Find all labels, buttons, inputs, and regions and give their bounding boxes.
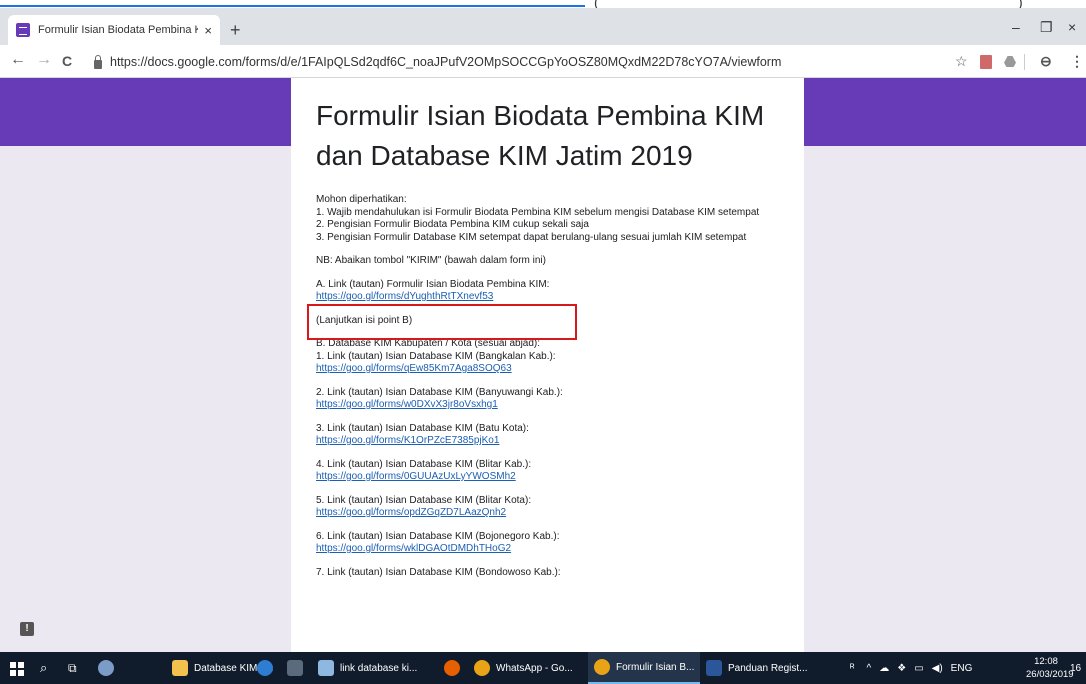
red-highlight-box xyxy=(307,304,577,340)
google-forms-icon xyxy=(16,23,30,37)
database-link[interactable]: https://goo.gl/forms/opdZGqZD7LAazQnh2 xyxy=(316,507,506,518)
tab-title: Formulir Isian Biodata Pembina K xyxy=(38,24,199,36)
lock-icon xyxy=(94,54,102,69)
database-link[interactable]: https://goo.gl/forms/K1OrPZcE7385pjKo1 xyxy=(316,435,499,446)
link-label: 4. Link (tautan) Isian Database KIM (Bli… xyxy=(316,458,532,470)
database-link[interactable]: https://goo.gl/forms/wklDGAOtDMDhTHoG2 xyxy=(316,543,511,554)
taskbar-item-label: WhatsApp - Go... xyxy=(496,662,573,674)
reload-button[interactable]: C xyxy=(62,53,72,69)
word-icon xyxy=(706,660,722,676)
taskbar-item-forms[interactable]: Formulir Isian B... xyxy=(588,652,700,684)
browser-toolbar: ← → C https://docs.google.com/forms/d/e/… xyxy=(0,45,1086,78)
notification-count: 16 xyxy=(1070,662,1082,674)
top-partial-strip: ( ) xyxy=(0,0,1086,8)
tab-close-icon[interactable]: × xyxy=(204,23,212,38)
close-window-button[interactable]: × xyxy=(1068,19,1076,35)
partial-link-underline xyxy=(0,5,585,7)
section-a-label: A. Link (tautan) Formulir Isian Biodata … xyxy=(316,278,550,290)
address-bar[interactable]: https://docs.google.com/forms/d/e/1FAIpQ… xyxy=(92,50,938,74)
chrome-icon xyxy=(474,660,490,676)
people-icon[interactable]: ᴿ xyxy=(850,663,855,674)
notification-icon[interactable]: 16 xyxy=(1070,652,1081,684)
browser-tab-bar: Formulir Isian Biodata Pembina K × + – ❐… xyxy=(0,8,1086,45)
section-a: A. Link (tautan) Formulir Isian Biodata … xyxy=(316,279,779,304)
taskbar-item-label: link database ki... xyxy=(340,662,418,674)
windows-start-icon[interactable] xyxy=(10,662,24,676)
link-label: 6. Link (tautan) Isian Database KIM (Boj… xyxy=(316,530,560,542)
restore-button[interactable]: ❐ xyxy=(1040,19,1053,36)
account-icon[interactable]: ⊖ xyxy=(1040,53,1052,70)
clock-time: 12:08 xyxy=(1034,656,1058,667)
windows-taskbar: ⌕ ⧉ Database KIM J... link database ki..… xyxy=(0,652,1086,684)
link-label: 5. Link (tautan) Isian Database KIM (Bli… xyxy=(316,494,532,506)
taskbar-item-word[interactable]: Panduan Regist... xyxy=(706,652,818,684)
cloud-icon[interactable]: ☁ xyxy=(879,663,889,674)
section-a-link[interactable]: https://goo.gl/forms/dYughthRtTXnevf53 xyxy=(316,291,493,302)
feedback-icon[interactable]: ! xyxy=(20,622,34,636)
forward-button[interactable]: → xyxy=(36,51,52,69)
taskbar-item-firefox[interactable] xyxy=(444,652,466,684)
search-icon[interactable]: ⌕ xyxy=(40,652,47,684)
folder-icon xyxy=(172,660,188,676)
paint-icon[interactable] xyxy=(98,652,120,684)
section-b: B. Database KIM Kabupaten / Kota (sesuai… xyxy=(316,338,779,376)
chevron-up-icon[interactable]: ^ xyxy=(867,663,872,674)
link-item: 4. Link (tautan) Isian Database KIM (Bli… xyxy=(316,459,779,484)
link-label: 2. Link (tautan) Isian Database KIM (Ban… xyxy=(316,386,563,398)
language-indicator[interactable]: ENG xyxy=(951,663,973,674)
volume-icon[interactable]: ◀) xyxy=(932,663,943,674)
partial-paren-right: ) xyxy=(1018,0,1023,8)
taskbar-item-label: Formulir Isian B... xyxy=(616,661,695,673)
link-item: 3. Link (tautan) Isian Database KIM (Bat… xyxy=(316,423,779,448)
taskbar-item-calculator[interactable] xyxy=(287,652,309,684)
taskbar-item-label: Panduan Regist... xyxy=(728,662,808,674)
intro-line: Mohon diperhatikan: xyxy=(316,194,407,205)
database-link[interactable]: https://goo.gl/forms/0GUUAzUxLyYWOSMh2 xyxy=(316,471,516,482)
link-item: 2. Link (tautan) Isian Database KIM (Ban… xyxy=(316,387,779,412)
taskbar-item-notepad[interactable]: link database ki... xyxy=(318,652,428,684)
link-label: 3. Link (tautan) Isian Database KIM (Bat… xyxy=(316,422,529,434)
back-button[interactable]: ← xyxy=(10,51,26,69)
browser-tab[interactable]: Formulir Isian Biodata Pembina K × xyxy=(8,15,220,45)
intro-line: 3. Pengisian Formulir Database KIM setem… xyxy=(316,231,747,243)
database-link[interactable]: https://goo.gl/forms/qEw85Km7Aga8SOQ63 xyxy=(316,363,512,374)
intro-line: 2. Pengisian Formulir Biodata Pembina KI… xyxy=(316,219,589,230)
edge-icon xyxy=(257,660,273,676)
intro-block: Mohon diperhatikan: 1. Wajib mendahuluka… xyxy=(316,194,779,244)
page-viewport: Formulir Isian Biodata Pembina KIM dan D… xyxy=(0,78,1086,652)
clock[interactable]: 12:08 26/03/2019 xyxy=(1026,655,1074,681)
taskbar-item-whatsapp[interactable]: WhatsApp - Go... xyxy=(474,652,586,684)
address-bar-url: https://docs.google.com/forms/d/e/1FAIpQ… xyxy=(110,55,782,69)
clock-date: 26/03/2019 xyxy=(1026,669,1074,680)
system-tray: ᴿ ^ ☁ ❖ ▭ ◀) ENG xyxy=(850,652,972,684)
firefox-icon xyxy=(444,660,460,676)
nb-note: NB: Abaikan tombol "KIRIM" (bawah dalam … xyxy=(316,255,546,266)
link-item: 7. Link (tautan) Isian Database KIM (Bon… xyxy=(316,567,779,580)
bookmark-star-icon[interactable]: ☆ xyxy=(955,53,968,70)
calculator-icon xyxy=(287,660,303,676)
network-icon[interactable]: ▭ xyxy=(914,663,923,674)
new-tab-button[interactable]: + xyxy=(230,20,241,41)
form-title: Formulir Isian Biodata Pembina KIM dan D… xyxy=(316,100,765,171)
intro-line: 1. Wajib mendahulukan isi Formulir Bioda… xyxy=(316,206,760,218)
link-label: 7. Link (tautan) Isian Database KIM (Bon… xyxy=(316,566,561,578)
notepad-icon xyxy=(318,660,334,676)
drive-extension-icon[interactable] xyxy=(1004,56,1016,67)
menu-icon[interactable]: ⋮ xyxy=(1070,53,1084,70)
task-view-icon[interactable]: ⧉ xyxy=(68,652,77,684)
form-description: Mohon diperhatikan: 1. Wajib mendahuluka… xyxy=(316,194,779,579)
minimize-button[interactable]: – xyxy=(1012,19,1020,35)
taskbar-item-edge[interactable] xyxy=(257,652,279,684)
database-link[interactable]: https://goo.gl/forms/w0DXvX3jr8oVsxhg1 xyxy=(316,399,498,410)
form-card: Formulir Isian Biodata Pembina KIM dan D… xyxy=(291,78,804,652)
chrome-icon xyxy=(594,659,610,675)
toolbar-divider xyxy=(1024,54,1025,70)
dropbox-icon[interactable]: ❖ xyxy=(897,663,906,674)
partial-paren-left: ( xyxy=(594,0,599,8)
link-item: 5. Link (tautan) Isian Database KIM (Bli… xyxy=(316,495,779,520)
link-item: 6. Link (tautan) Isian Database KIM (Boj… xyxy=(316,531,779,556)
link-label: 1. Link (tautan) Isian Database KIM (Ban… xyxy=(316,350,556,362)
pdf-extension-icon[interactable] xyxy=(980,55,992,69)
